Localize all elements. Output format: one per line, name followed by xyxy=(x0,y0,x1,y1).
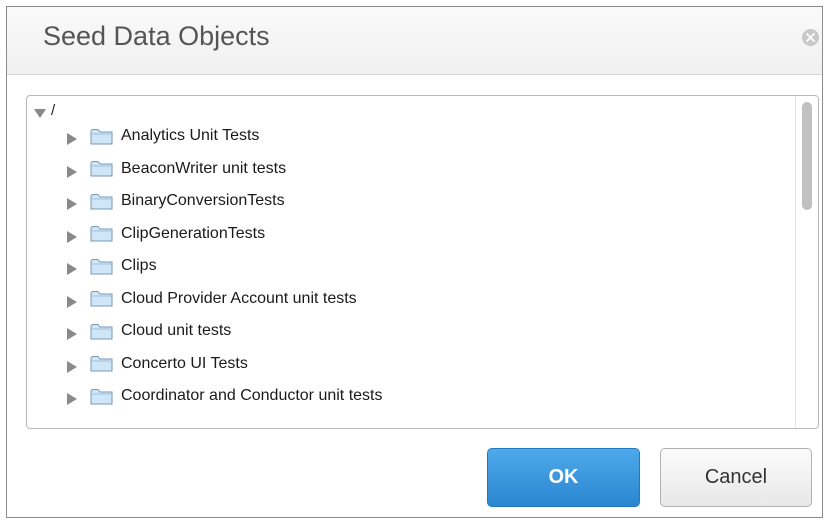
folder-icon xyxy=(90,290,113,307)
dialog-title: Seed Data Objects xyxy=(43,21,270,51)
seed-data-dialog: Seed Data Objects / Analytics Unit Tests… xyxy=(6,6,823,518)
ok-button[interactable]: OK xyxy=(487,448,640,507)
folder-icon xyxy=(90,258,113,275)
triangle-right-icon[interactable] xyxy=(65,295,79,309)
tree-item[interactable]: Cloud unit tests xyxy=(65,317,231,345)
triangle-right-icon[interactable] xyxy=(65,165,79,179)
triangle-right-icon[interactable] xyxy=(65,230,79,244)
tree-item[interactable]: Analytics Unit Tests xyxy=(65,122,259,150)
close-icon[interactable] xyxy=(802,29,819,46)
tree-item-label: Coordinator and Conductor unit tests xyxy=(121,387,383,404)
cancel-button[interactable]: Cancel xyxy=(660,448,812,507)
tree-item-label: BinaryConversionTests xyxy=(121,192,285,209)
folder-icon xyxy=(90,323,113,340)
triangle-right-icon[interactable] xyxy=(65,197,79,211)
triangle-right-icon[interactable] xyxy=(65,262,79,276)
triangle-right-icon[interactable] xyxy=(65,327,79,341)
tree-scrollbar[interactable] xyxy=(795,96,818,428)
tree-item[interactable]: ClipGenerationTests xyxy=(65,220,265,248)
tree-panel: / Analytics Unit Tests BeaconWriter unit … xyxy=(26,95,819,429)
tree-root[interactable]: / xyxy=(33,102,55,124)
folder-icon xyxy=(90,225,113,242)
triangle-down-icon[interactable] xyxy=(33,106,47,120)
tree-item-label: Cloud unit tests xyxy=(121,322,232,339)
folder-icon xyxy=(90,193,113,210)
folder-icon xyxy=(90,160,113,177)
tree-item[interactable]: Clips xyxy=(65,252,157,280)
triangle-right-icon[interactable] xyxy=(65,132,79,146)
folder-icon xyxy=(90,388,113,405)
triangle-right-icon[interactable] xyxy=(65,392,79,406)
scrollbar-thumb[interactable] xyxy=(802,102,812,210)
tree-item-label: Analytics Unit Tests xyxy=(121,127,260,144)
tree-item-label: Concerto UI Tests xyxy=(121,354,248,372)
tree-root-label: / xyxy=(51,101,56,119)
tree-item[interactable]: Coordinator and Conductor unit tests xyxy=(65,382,382,410)
tree-item[interactable]: Cloud Provider Account unit tests xyxy=(65,285,357,313)
tree-item[interactable]: BinaryConversionTests xyxy=(65,187,285,215)
tree-item[interactable]: Concerto UI Tests xyxy=(65,350,248,378)
folder-icon xyxy=(90,128,113,145)
folder-icon xyxy=(90,355,113,372)
tree-item-label: Cloud Provider Account unit tests xyxy=(121,289,357,307)
dialog-header: Seed Data Objects xyxy=(7,7,822,75)
tree-item-label: Clips xyxy=(121,257,157,274)
triangle-right-icon[interactable] xyxy=(65,360,79,374)
tree-item-label: BeaconWriter unit tests xyxy=(121,159,287,177)
tree-item-label: ClipGenerationTests xyxy=(121,224,266,242)
tree-item[interactable]: BeaconWriter unit tests xyxy=(65,155,286,183)
